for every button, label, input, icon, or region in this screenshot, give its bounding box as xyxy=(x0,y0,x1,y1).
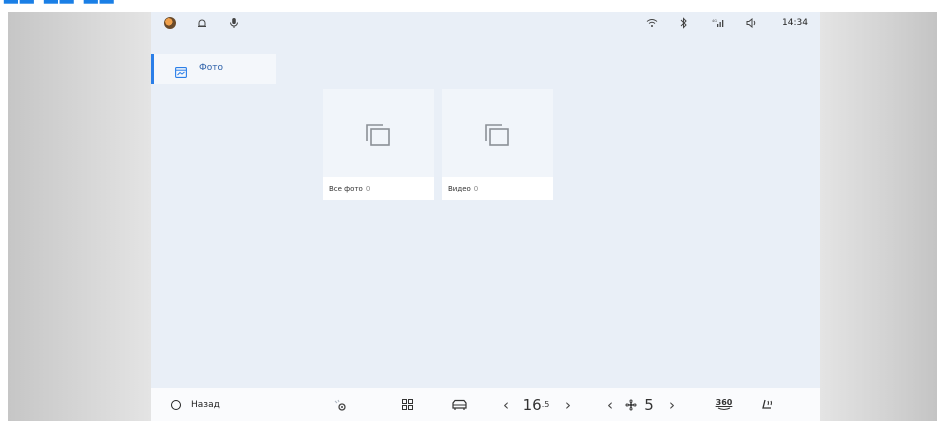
album-caption: Все фото 0 xyxy=(323,177,434,200)
svg-text:4G: 4G xyxy=(712,19,717,23)
steering-wheel-heat-icon[interactable] xyxy=(331,388,349,421)
album-count: 0 xyxy=(473,184,479,193)
app-grid-icon[interactable] xyxy=(399,388,415,421)
album-title: Все фото xyxy=(329,184,363,193)
album-thumbnail xyxy=(442,89,553,177)
album-count: 0 xyxy=(365,184,371,193)
photo-gallery-icon xyxy=(175,63,187,78)
active-indicator xyxy=(151,54,154,84)
fan-level: 5 xyxy=(644,395,654,414)
fan-icon xyxy=(624,388,638,421)
sidebar-item-photo[interactable]: Фото xyxy=(151,54,276,84)
chevron-left-icon: ‹ xyxy=(503,395,509,414)
temperature-increase-button[interactable]: › xyxy=(561,388,575,421)
album-stack-icon xyxy=(484,123,510,147)
back-label: Назад xyxy=(191,399,220,410)
bezel-right xyxy=(820,12,937,421)
back-button[interactable]: Назад xyxy=(171,388,231,421)
avatar-icon[interactable] xyxy=(163,15,177,31)
bluetooth-icon[interactable] xyxy=(677,15,691,31)
status-bar: 4G 14:34 xyxy=(151,12,820,34)
view-360-label: 360 xyxy=(715,398,733,407)
cropped-header-text: ▀▀ ▀▀ ▀▀ xyxy=(0,0,937,12)
bell-icon[interactable] xyxy=(195,15,209,31)
album-stack-icon xyxy=(365,123,391,147)
back-circle-icon xyxy=(171,399,181,410)
view-360-button[interactable]: 360 xyxy=(713,388,735,421)
album-card-video[interactable]: Видео 0 xyxy=(442,89,553,200)
wifi-icon[interactable] xyxy=(645,15,659,31)
album-card-all-photos[interactable]: Все фото 0 xyxy=(323,89,434,200)
page: ▀▀ ▀▀ ▀▀ 4G 14:34 Фото Все фото 0 Видео … xyxy=(0,0,937,421)
chevron-right-icon: › xyxy=(669,395,675,414)
mic-icon[interactable] xyxy=(227,15,241,31)
chevron-right-icon: › xyxy=(565,395,571,414)
fan-decrease-button[interactable]: ‹ xyxy=(603,388,617,421)
clock-time: 14:34 xyxy=(782,18,808,28)
album-caption: Видео 0 xyxy=(442,177,553,200)
temperature-value: 16.5 xyxy=(522,395,550,414)
temperature-decrease-button[interactable]: ‹ xyxy=(499,388,513,421)
volume-icon[interactable] xyxy=(745,15,759,31)
fan-increase-button[interactable]: › xyxy=(665,388,679,421)
rotate-arrows-icon xyxy=(717,407,731,410)
sidebar-item-label: Фото xyxy=(199,63,224,73)
bezel-left xyxy=(8,12,151,421)
bottom-dock: Назад ‹ 16.5 › ‹ 5 › 360 xyxy=(151,388,820,421)
car-icon[interactable] xyxy=(449,388,469,421)
album-thumbnail xyxy=(323,89,434,177)
cellular-signal-icon: 4G xyxy=(711,15,725,31)
infotainment-screen: 4G 14:34 Фото Все фото 0 Видео 0 Назад ‹… xyxy=(151,12,820,421)
chevron-left-icon: ‹ xyxy=(607,395,613,414)
seat-heat-icon[interactable] xyxy=(759,388,777,421)
album-title: Видео xyxy=(448,184,471,193)
